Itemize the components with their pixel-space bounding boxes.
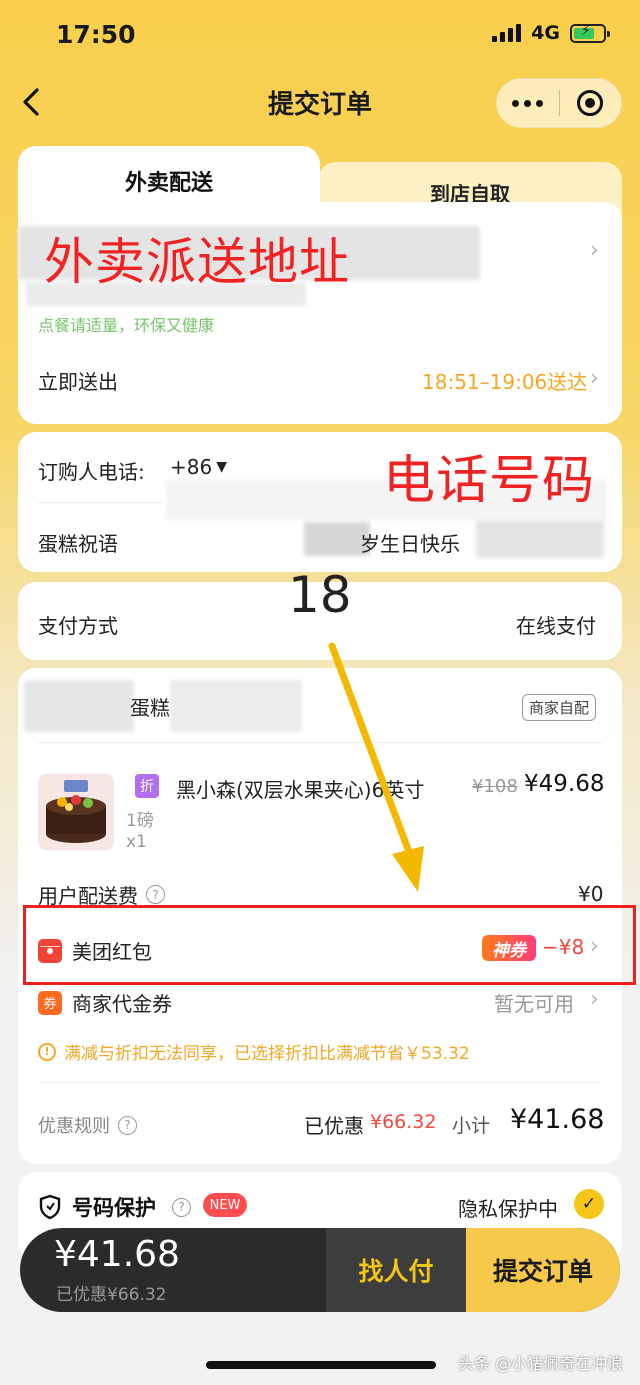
caret-down-icon: ▼ [216, 459, 227, 475]
discounted-label: 已优惠 [304, 1114, 364, 1138]
network-type: 4G [531, 22, 560, 44]
protection-label: 号码保护 [72, 1196, 156, 1220]
send-now-label: 立即送出 [38, 370, 118, 394]
battery-icon: ⚡ [570, 23, 610, 43]
coupon-icon: 券 [38, 990, 62, 1015]
warning-text: 满减与折扣无法同享，已选择折扣比满减节省￥53.32 [64, 1044, 470, 1064]
protection-status: 隐私保护中 [458, 1197, 558, 1221]
annotation-number: 18 [288, 566, 352, 624]
payment-value: 在线支付 [516, 614, 596, 638]
pay-for-me-button[interactable]: 找人付 [326, 1228, 466, 1312]
summary-divider [38, 1082, 602, 1083]
subtotal-value: ¥41.68 [510, 1104, 605, 1135]
arrow-annotation [328, 642, 424, 892]
subtotal-label: 小计 [452, 1115, 491, 1137]
warning-icon: ! [38, 1042, 56, 1061]
coupon-chevron-icon: › [590, 987, 599, 1012]
tab-delivery[interactable]: 外卖配送 [18, 146, 320, 216]
phone-annotation: 电话号码 [383, 451, 596, 511]
cake-picture [38, 774, 114, 850]
protection-title: 号码保护 ? [38, 1192, 191, 1222]
address-chevron-icon[interactable]: › [590, 238, 599, 263]
check-icon[interactable]: ✓ [574, 1189, 604, 1219]
delivery-fee: ¥0 [578, 882, 604, 906]
blessing-label: 蛋糕祝语 [38, 532, 118, 556]
protection-help-icon[interactable]: ? [172, 1197, 191, 1217]
discount-badge: 折 [135, 774, 159, 798]
cake-image [38, 774, 114, 850]
item-price: ¥49.68 [524, 771, 605, 797]
delivery-time-chevron-icon: › [590, 366, 599, 391]
total-saved: 已优惠¥66.32 [56, 1285, 167, 1305]
shop-name-redaction-2 [170, 680, 302, 732]
signal-icon [492, 24, 522, 42]
coupon-row[interactable]: 券 商家代金券 [38, 988, 172, 1017]
shop-name-redaction [24, 680, 134, 732]
shield-icon [39, 1194, 61, 1220]
coupon-value: 暂无可用 [494, 992, 574, 1016]
item-spec: 1磅 [126, 811, 154, 831]
submit-order-button[interactable]: 提交订单 [466, 1228, 620, 1312]
rules-help-icon: ? [118, 1115, 137, 1135]
new-badge: NEW [203, 1193, 247, 1217]
total-price: ¥41.68 [54, 1234, 180, 1275]
rules-label: 优惠规则 [38, 1116, 110, 1137]
help-icon[interactable]: ? [146, 885, 165, 904]
shop-name: 蛋糕 [130, 696, 170, 720]
delivery-tag: 商家自配 [522, 694, 597, 721]
status-icons: 4G ⚡ [492, 22, 610, 44]
rules-link[interactable]: 优惠规则 ? [38, 1112, 137, 1138]
discounted-value: ¥66.32 [370, 1111, 437, 1133]
item-original-price: ¥108 [472, 776, 518, 797]
address-annotation: 外卖派送地址 [44, 233, 350, 291]
watermark: 头条 @小猪佩奇在冲浪 [458, 1354, 624, 1373]
contact-divider [38, 502, 164, 503]
country-code: +86 [170, 455, 213, 479]
blessing-text[interactable]: 岁生日快乐 [360, 528, 460, 557]
coupon-label: 商家代金券 [72, 992, 172, 1016]
more-menu-button[interactable] [497, 99, 559, 107]
home-indicator [206, 1361, 436, 1369]
item-qty: x1 [126, 832, 147, 852]
phone-label: 订购人电话: [38, 460, 145, 484]
blessing-redaction-2 [476, 520, 604, 558]
eco-tip: 点餐请适量，环保又健康 [38, 316, 215, 335]
delivery-time[interactable]: 18:51–19:06送达 [422, 366, 587, 395]
mini-program-capsule [496, 78, 622, 128]
status-time: 17:50 [56, 20, 136, 49]
target-icon [577, 90, 604, 116]
payment-label: 支付方式 [38, 614, 118, 638]
country-code-select[interactable]: +86 ▼ [170, 455, 227, 479]
discount-warning: ! 满减与折扣无法同享，已选择折扣比满减节省￥53.32 [38, 1039, 470, 1064]
highlight-box [23, 905, 636, 985]
close-mini-program-button[interactable] [559, 90, 621, 116]
